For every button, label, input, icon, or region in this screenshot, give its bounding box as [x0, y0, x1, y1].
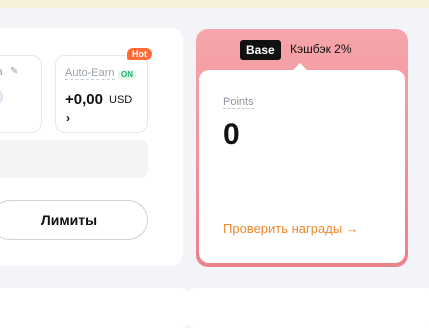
limits-button[interactable]: Лимиты	[0, 200, 148, 240]
auto-earn-currency: USD	[109, 94, 133, 106]
points-panel: Points 0 Проверить награды →	[199, 63, 405, 263]
more-icon[interactable]: •••	[0, 89, 3, 105]
check-rewards-link[interactable]: Проверить награды →	[223, 221, 359, 236]
cashback-rate: Кэшбэк 2%	[290, 42, 352, 56]
auto-earn-label: Auto-Earn	[65, 67, 115, 80]
reward-card: Base Кэшбэк 2% Points 0 Проверить наград…	[196, 29, 408, 267]
auto-earn-status-badge: ON	[118, 70, 136, 80]
pencil-icon[interactable]: ✎	[10, 66, 18, 77]
account-mini-card[interactable]: ra ✎ •••	[0, 55, 42, 133]
auto-earn-amount: +0,00	[65, 91, 103, 108]
progress-bar	[0, 140, 148, 178]
bottom-card-right	[186, 288, 429, 328]
pointer-notch	[293, 63, 307, 70]
tier-badge: Base	[240, 40, 281, 60]
reward-header: Base Кэшбэк 2%	[196, 39, 408, 61]
top-strip	[0, 0, 429, 8]
points-label: Points	[223, 96, 254, 109]
bottom-card-left	[0, 288, 190, 328]
chevron-right-icon[interactable]: ›	[66, 111, 70, 125]
hot-badge: Hot	[127, 48, 152, 60]
points-value: 0	[223, 118, 240, 151]
account-label: ra	[0, 66, 3, 78]
auto-earn-card[interactable]: Auto-Earn ON +0,00 USD ›	[55, 55, 148, 133]
